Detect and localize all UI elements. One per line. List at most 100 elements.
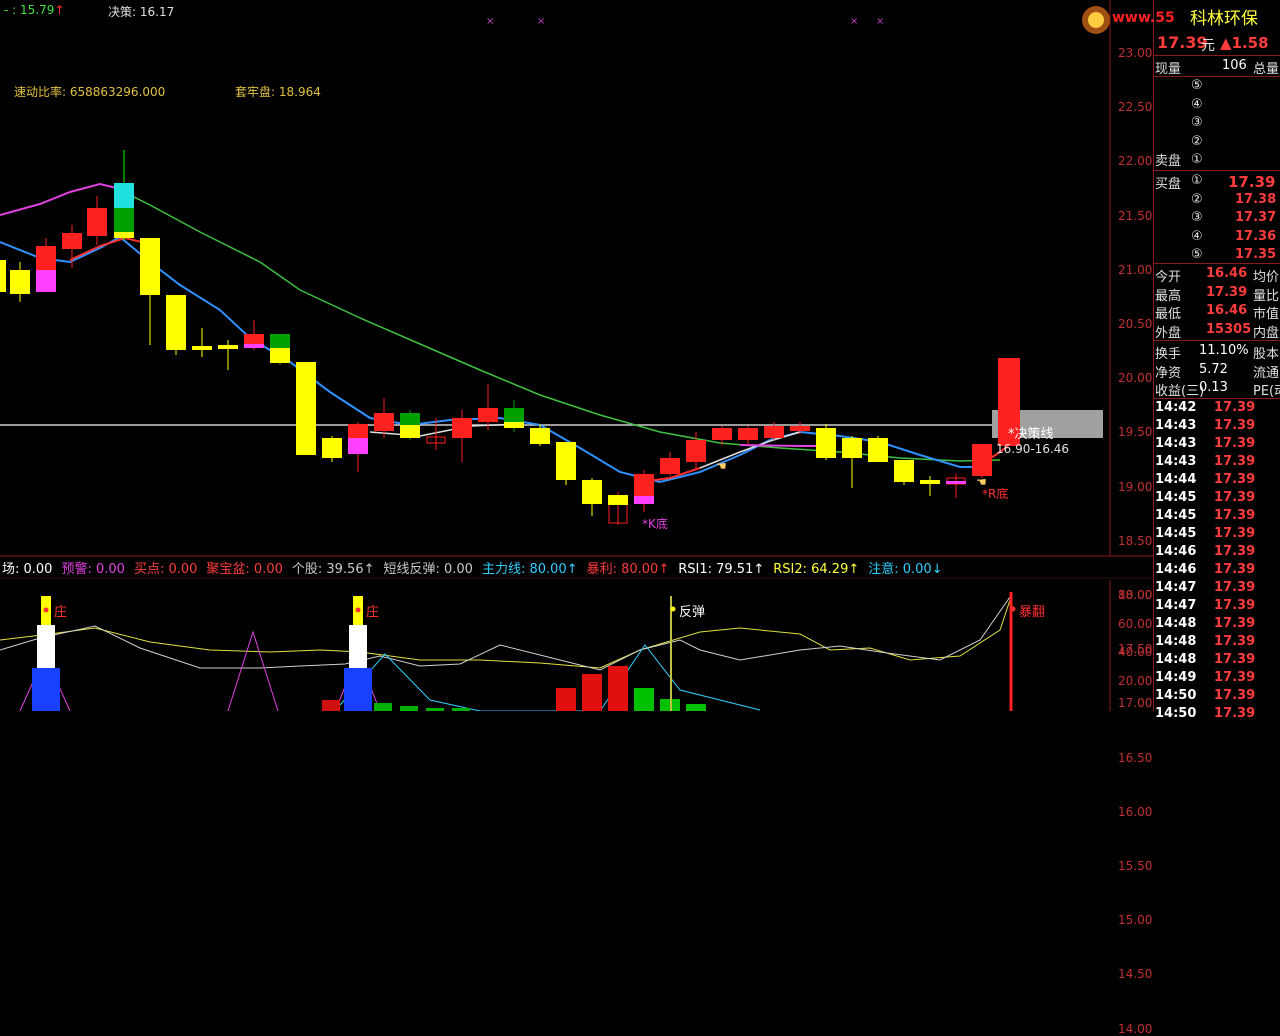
tick-price: 17.39 [1214, 526, 1256, 541]
buy-level-price: 17.36 [1235, 228, 1277, 244]
tick-price: 17.39 [1214, 490, 1256, 505]
zhuang-label: 庄 [366, 605, 380, 620]
sub-indicator: 个股: 39.56↑ [291, 562, 375, 577]
buy-level-index: ③ [1191, 210, 1203, 225]
stat-right-label: 股本 [1253, 347, 1280, 362]
stat-label: 外盘 [1155, 325, 1182, 341]
tick-price: 17.39 [1214, 670, 1256, 685]
price-tick: 16.50 [1118, 750, 1153, 765]
stat-value: 16.46 [1206, 303, 1248, 318]
top-left-value: - : 15.79↑ [4, 3, 65, 17]
stat-label: 今开 [1155, 270, 1182, 285]
tick-price: 17.39 [1214, 454, 1256, 469]
tick-price: 17.39 [1214, 580, 1256, 595]
stat-label: 收益(三) [1155, 384, 1205, 399]
total-vol-label: 总量 [1253, 62, 1280, 77]
range-label: 16.90-16.46 [996, 442, 1070, 456]
sub-chart [0, 592, 1016, 711]
tick-time: 14:46 [1155, 562, 1197, 577]
tick-price: 17.39 [1214, 418, 1256, 433]
top-marker: × [876, 16, 884, 27]
price-tick: 21.50 [1118, 208, 1153, 223]
stat-value: 15305 [1206, 321, 1252, 337]
sell-level: ④ [1191, 96, 1203, 112]
stat-right-label: 流通 [1253, 365, 1280, 381]
tick-time: 14:48 [1155, 616, 1197, 631]
tick-price: 17.39 [1214, 562, 1256, 577]
tick-price: 17.39 [1214, 688, 1256, 703]
price-tick: 23.00 [1118, 46, 1153, 60]
tick-price: 17.39 [1214, 544, 1256, 559]
price-tick: 19.00 [1118, 479, 1153, 494]
sub-axis-tick: 20.00 [1118, 673, 1153, 688]
sub-indicator: 主力线: 80.00↑ [481, 562, 578, 577]
price-unit: 元 [1201, 38, 1215, 54]
buy-level-price: 17.37 [1235, 210, 1277, 225]
sub-axis-tick: 80.00 [1118, 588, 1153, 602]
tick-time: 14:44 [1155, 472, 1197, 487]
tick-time: 14:50 [1155, 688, 1197, 703]
price-tick: 20.50 [1118, 317, 1153, 331]
sub-indicator: 短线反弹: 0.00 [383, 562, 473, 577]
tick-time: 14:47 [1155, 598, 1197, 613]
sub-indicator: RSI1: 79.51↑ [678, 562, 765, 577]
price-tick: 22.50 [1118, 100, 1153, 115]
price-tick: 21.00 [1118, 262, 1153, 277]
k-bottom-label: *K底 [642, 517, 668, 531]
tick-time: 14:45 [1155, 490, 1197, 505]
sub-indicator-header: 场: 0.00 预警: 0.00 买点: 0.00 聚宝盆: 0.00 个股: 39.5… [2, 558, 952, 577]
tick-time: 14:43 [1155, 418, 1197, 433]
stat-value: 17.39 [1206, 284, 1248, 300]
watermark: www.55 [1112, 10, 1175, 26]
now-vol-label: 现量 [1155, 62, 1182, 77]
stat-right-label: PE(动 [1253, 384, 1280, 399]
buy-level-index: ② [1191, 191, 1203, 207]
decision-value: 决策: 16.17 [108, 5, 175, 19]
tick-price: 17.39 [1214, 508, 1256, 523]
top-marker: × [486, 16, 494, 27]
r-bottom-label: *R底 [982, 487, 1009, 501]
stat-label: 最高 [1155, 288, 1182, 304]
stat-right-label: 量比 [1253, 288, 1280, 304]
stat-right-label: 市值 [1253, 307, 1280, 322]
stat-right-label: 内盘 [1253, 325, 1280, 341]
buy-level-price: 17.39 [1228, 173, 1276, 191]
tick-price: 17.39 [1214, 634, 1256, 649]
sell-title: 卖盘 [1155, 154, 1182, 169]
tick-price: 17.39 [1214, 400, 1256, 415]
sub-axis-tick: 40.00 [1118, 645, 1153, 659]
tick-price: 17.39 [1214, 472, 1256, 487]
tick-time: 14:45 [1155, 508, 1197, 523]
tick-price: 17.39 [1214, 616, 1256, 631]
sub-indicator: 暴利: 80.00↑ [586, 562, 670, 577]
tick-time: 14:43 [1155, 454, 1197, 469]
price-tick: 19.50 [1118, 425, 1153, 440]
price-tick: 14.50 [1118, 967, 1153, 982]
tick-time: 14:45 [1155, 526, 1197, 541]
tick-time: 14:43 [1155, 436, 1197, 451]
logo-icon-inner [1088, 12, 1104, 28]
sub-indicator: 预警: 0.00 [61, 562, 125, 577]
price-tick: 15.50 [1118, 859, 1153, 873]
decision-line-label: *决策线 [1008, 427, 1054, 442]
sub-indicator: 注意: 0.00↓ [868, 562, 943, 577]
top-marker: × [850, 16, 858, 27]
trapped-value: 套牢盘: 18.964 [235, 85, 321, 99]
tick-price: 17.39 [1214, 436, 1256, 451]
price-tick: 17.00 [1118, 696, 1153, 711]
tick-time: 14:48 [1155, 634, 1197, 649]
kline-chart[interactable]: × × × × ☚ ☚ [0, 0, 1153, 711]
sell-level: ③ [1191, 115, 1203, 130]
price-tick: 16.00 [1118, 804, 1153, 819]
price-change: ▲1.58 [1220, 34, 1269, 52]
tick-time: 14:47 [1155, 580, 1197, 595]
buy-level-price: 17.38 [1235, 191, 1277, 207]
stat-value: 16.46 [1206, 266, 1248, 281]
tick-time: 14:42 [1155, 400, 1197, 415]
tick-time: 14:46 [1155, 544, 1197, 559]
ma-long-line [119, 189, 1001, 462]
sub-indicator: 场: 0.00 [2, 562, 53, 577]
stat-value: 5.72 [1199, 361, 1228, 377]
buy-level-index: ① [1191, 173, 1203, 188]
sell-level: ② [1191, 133, 1203, 149]
